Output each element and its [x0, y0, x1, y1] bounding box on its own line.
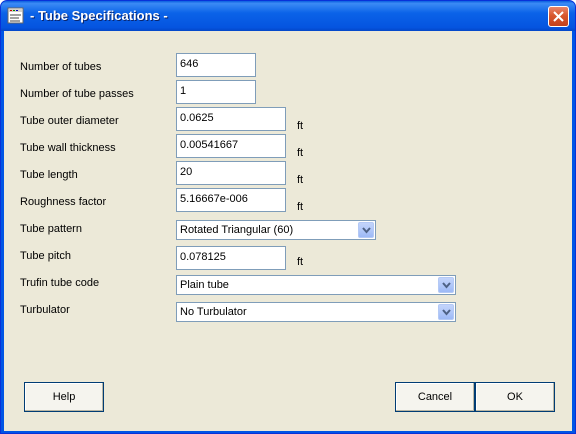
trufin-tube-code-dropdown-button[interactable]: [438, 277, 454, 293]
trufin-tube-code-select[interactable]: Plain tube: [176, 275, 456, 295]
number-of-tube-passes-label: Number of tube passes: [20, 88, 134, 100]
roughness-factor-unit: ft: [297, 201, 304, 213]
title-bar[interactable]: - Tube Specifications -: [1, 1, 575, 31]
tube-pattern-label: Tube pattern: [20, 223, 82, 235]
tube-outer-diameter-unit: ft: [297, 120, 304, 132]
tube-length-input[interactable]: 20: [176, 161, 286, 185]
dialog-window: - Tube Specifications - Number of tubes …: [0, 0, 576, 434]
roughness-factor-label: Roughness factor: [20, 196, 107, 208]
trufin-tube-code-label: Trufin tube code: [20, 277, 100, 289]
window-title: - Tube Specifications -: [30, 8, 168, 23]
document-app-icon[interactable]: [7, 7, 24, 24]
tube-length-label: Tube length: [20, 169, 78, 181]
chevron-down-icon: [362, 227, 371, 234]
tube-wall-thickness-input[interactable]: 0.00541667: [176, 134, 286, 158]
tube-pattern-value: Rotated Triangular (60): [180, 224, 294, 236]
trufin-tube-code-value: Plain tube: [180, 279, 229, 291]
number-of-tubes-label: Number of tubes: [20, 61, 102, 73]
tube-pattern-select[interactable]: Rotated Triangular (60): [176, 220, 376, 240]
tube-wall-thickness-unit: ft: [297, 147, 304, 159]
tube-pitch-label: Tube pitch: [20, 250, 71, 262]
tube-pitch-input[interactable]: 0.078125: [176, 246, 286, 270]
tube-length-unit: ft: [297, 174, 304, 186]
tube-outer-diameter-label: Tube outer diameter: [20, 115, 119, 127]
turbulator-value: No Turbulator: [180, 306, 247, 318]
roughness-factor-input[interactable]: 5.16667e-006: [176, 188, 286, 212]
help-button[interactable]: Help: [24, 382, 104, 412]
close-button[interactable]: [548, 6, 569, 27]
number-of-tube-passes-input[interactable]: 1: [176, 80, 256, 104]
cancel-button[interactable]: Cancel: [395, 382, 475, 412]
turbulator-select[interactable]: No Turbulator: [176, 302, 456, 322]
tube-pattern-dropdown-button[interactable]: [358, 222, 374, 238]
tube-wall-thickness-label: Tube wall thickness: [20, 142, 116, 154]
dialog-content: Number of tubes 646 Number of tube passe…: [4, 31, 572, 431]
number-of-tubes-input[interactable]: 646: [176, 53, 256, 77]
turbulator-label: Turbulator: [20, 304, 70, 316]
chevron-down-icon: [442, 309, 451, 316]
turbulator-dropdown-button[interactable]: [438, 304, 454, 320]
close-icon: [553, 11, 564, 22]
chevron-down-icon: [442, 282, 451, 289]
tube-pitch-unit: ft: [297, 256, 304, 268]
tube-outer-diameter-input[interactable]: 0.0625: [176, 107, 286, 131]
ok-button[interactable]: OK: [475, 382, 555, 412]
